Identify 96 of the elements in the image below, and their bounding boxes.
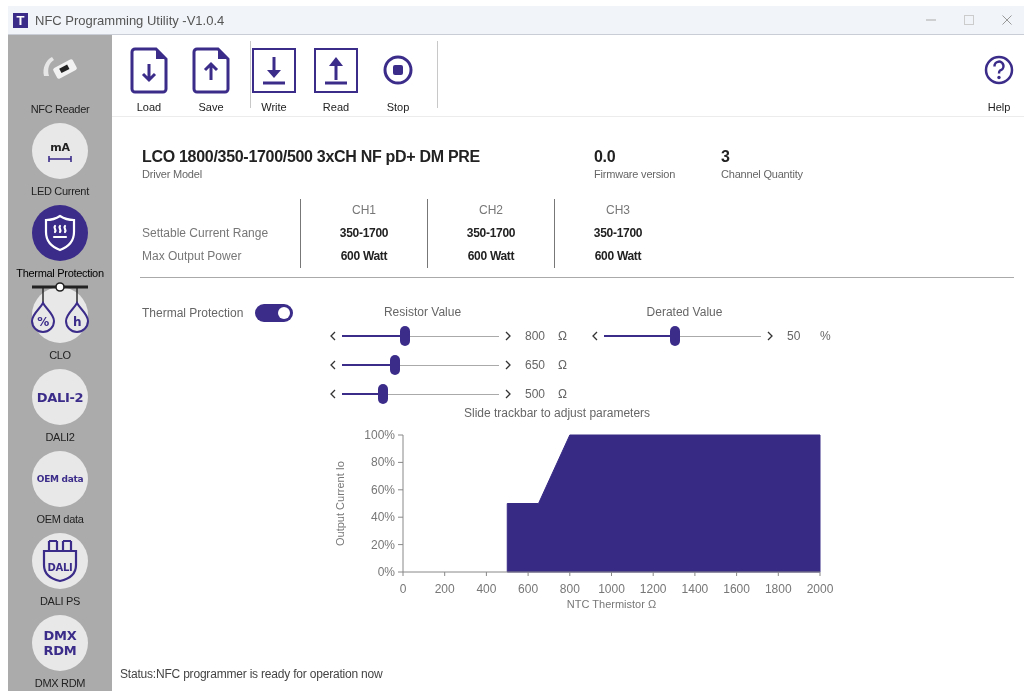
unit-label: Ω [558,357,567,372]
balance-scale-icon [31,282,89,333]
chevron-right-icon [505,330,511,341]
tick-label: 60% [370,482,395,497]
tick-label: 1800 [764,582,792,596]
driver-model-value: LCO 1800/350-1700/500 3xCH NF pD+ DM PRE [142,147,481,167]
tick-label: 1200 [639,582,667,596]
chevron-left-icon [330,388,336,399]
chevron-left-icon [592,330,598,341]
unit-label: % [820,328,831,343]
section-heading: Resistor Value [382,304,463,320]
sidebar-item[interactable]: NFC Reader [8,35,112,117]
slider-thumb[interactable] [377,383,388,404]
sidebar-item[interactable]: Thermal Protection [8,199,112,281]
table-cell-text: 350-1700 [466,225,516,242]
tick-label: 20% [370,537,395,552]
icon-text: DMX RDM [43,628,77,658]
table-cell-text: 600 Watt [594,248,642,265]
tick-label: 2000 [806,582,834,596]
tick-label: 200 [434,582,455,596]
chevron-right-icon [767,330,773,341]
tick-label: 40% [370,510,395,525]
plug-icon [42,539,78,583]
sidebar-item[interactable]: DALI-2 DALI2 [8,363,112,445]
row-label: Settable Current Range [142,225,270,242]
toolbar-button[interactable]: Load [126,35,172,116]
heat-shield-icon [43,214,77,252]
toolbar-button[interactable]: Stop [375,35,421,116]
tick-label: 1000 [598,582,625,596]
column-header: CH2 [479,202,503,219]
download-icon [252,47,296,93]
tick-label: 100% [364,428,395,442]
unit-label: Ω [558,386,567,401]
tick-label: 0 [399,582,407,596]
axis-title: Output Current Io [334,461,346,546]
chevron-right-icon [505,359,511,370]
sidebar-item[interactable]: % h CLO [8,281,112,363]
slider-value: 650 [525,357,547,372]
file-download-icon [129,45,169,95]
toolbar-button[interactable]: Write [251,35,297,116]
app-logo: T [13,12,28,28]
unit-label: Ω [558,328,567,343]
range-bar-icon [48,154,72,163]
table-cell-text: 350-1700 [339,225,389,242]
icon-text: % [37,315,49,329]
column-header: CH3 [606,202,630,219]
file-upload-icon [191,45,231,95]
window-title: NFC Programming Utility -V1.0.4 [35,12,225,28]
slider-thumb[interactable] [399,325,410,346]
field-label: Driver Model [142,167,203,181]
help-button[interactable]: Help [976,35,1022,116]
stop-icon [383,55,413,85]
tick-label: 1600 [723,582,750,596]
icon-text: h [72,315,82,329]
table-cell-text: 600 Watt [340,248,388,265]
help-icon [984,55,1014,85]
chevron-right-icon [505,388,511,399]
table-cell-text: 600 Watt [467,248,515,265]
slider-value: 800 [525,328,547,343]
icon-text: mA [50,139,70,155]
sidebar-item[interactable]: mA LED Current [8,117,112,199]
status-text: Status:NFC programmer is ready for operation now [120,667,384,683]
icon-text: DALI [47,562,73,573]
tick-label: 80% [370,455,395,470]
tick-label: 0% [377,565,395,579]
tick-label: 800 [559,582,580,596]
row-label: Max Output Power [142,248,243,265]
slider-value: 50 [787,328,802,343]
sidebar-item[interactable]: OEM data OEM data [8,445,112,527]
tick-label: 1400 [681,582,709,596]
hint-text: Slide trackbar to adjust parameters [464,406,652,420]
field-label: Channel Quantity [721,167,804,181]
chevron-left-icon [330,359,336,370]
sidebar-item[interactable]: DALI DALI PS [8,527,112,609]
table-cell-text: 350-1700 [593,225,643,242]
setting-label: Thermal Protection [142,305,244,322]
toolbar-button[interactable]: Read [313,35,359,116]
firmware-version-value: 0.0 [594,147,617,167]
field-label: Firmware version [594,167,677,181]
icon-text: OEM data [36,472,84,486]
icon-text: DALI-2 [36,389,84,405]
column-header: CH1 [352,202,376,219]
slider-thumb[interactable] [390,354,401,375]
chevron-left-icon [330,330,336,341]
slider-thumb[interactable] [669,325,680,346]
tick-label: 400 [476,582,497,596]
close-icon[interactable] [1002,15,1012,25]
slider-value: 500 [525,386,547,401]
upload-icon [314,47,358,93]
tick-label: 600 [518,582,539,596]
toolbar-button[interactable]: Save [188,35,234,116]
toggle-switch[interactable] [255,304,294,322]
channel-quantity-value: 3 [721,147,731,167]
section-heading: Derated Value [645,304,724,320]
sidebar-item[interactable]: DMX RDM DMX RDM [8,609,112,691]
axis-title: NTC Thermistor Ω [566,598,657,610]
